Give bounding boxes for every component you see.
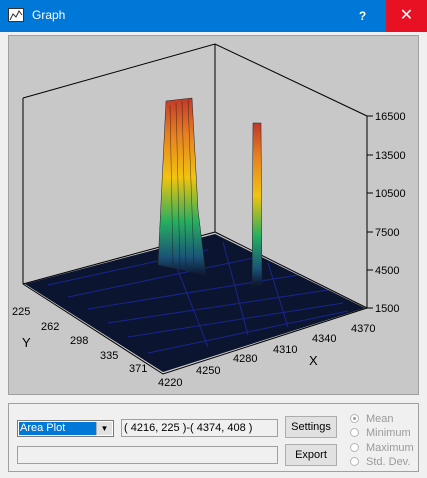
x-tick-label: 4340 xyxy=(312,333,336,345)
y-tick-label: 262 xyxy=(41,321,59,333)
export-button[interactable]: Export xyxy=(285,444,337,466)
plot-type-dropdown[interactable]: Area Plot ▼ xyxy=(17,420,114,437)
z-tick-label: 4500 xyxy=(375,265,399,277)
main-peak xyxy=(157,97,207,276)
x-tick-label: 4310 xyxy=(273,344,297,356)
x-axis-label: X xyxy=(309,353,318,368)
status-field[interactable] xyxy=(17,446,278,464)
graph-app-icon xyxy=(8,8,24,22)
y-tick-label: 371 xyxy=(129,363,147,375)
y-tick-label: 225 xyxy=(12,306,30,318)
radio-icon[interactable] xyxy=(350,443,359,452)
window-title: Graph xyxy=(32,8,66,22)
surface-plot: 16500 13500 10500 7500 4500 1500 4250 42… xyxy=(12,43,406,389)
settings-button[interactable]: Settings xyxy=(285,416,337,438)
y-tick-label: 4220 xyxy=(158,377,182,389)
y-tick-label: 298 xyxy=(70,335,88,347)
range-field[interactable]: ( 4216, 225 )-( 4374, 408 ) xyxy=(121,419,278,437)
dropdown-arrow-icon[interactable]: ▼ xyxy=(96,422,112,435)
x-tick-label: 4280 xyxy=(233,353,257,365)
y-axis-label: Y xyxy=(22,335,31,350)
z-tick-label: 16500 xyxy=(375,111,406,123)
z-tick-label: 1500 xyxy=(375,303,399,315)
radio-icon[interactable] xyxy=(350,414,359,423)
radio-icon[interactable] xyxy=(350,457,359,466)
z-tick-label: 10500 xyxy=(375,188,406,200)
y-tick-label: 335 xyxy=(100,350,118,362)
x-tick-label: 4250 xyxy=(196,365,220,377)
z-tick-label: 7500 xyxy=(375,227,399,239)
radio-icon[interactable] xyxy=(350,428,359,437)
secondary-peak xyxy=(251,122,263,286)
close-button[interactable]: ✕ xyxy=(386,0,427,32)
x-tick-label: 4370 xyxy=(351,323,375,335)
help-button[interactable]: ? xyxy=(340,0,385,32)
plot-type-value: Area Plot xyxy=(19,422,96,435)
z-tick-label: 13500 xyxy=(375,150,406,162)
z-axis xyxy=(367,115,373,309)
title-bar: Graph ? ✕ xyxy=(0,0,427,32)
